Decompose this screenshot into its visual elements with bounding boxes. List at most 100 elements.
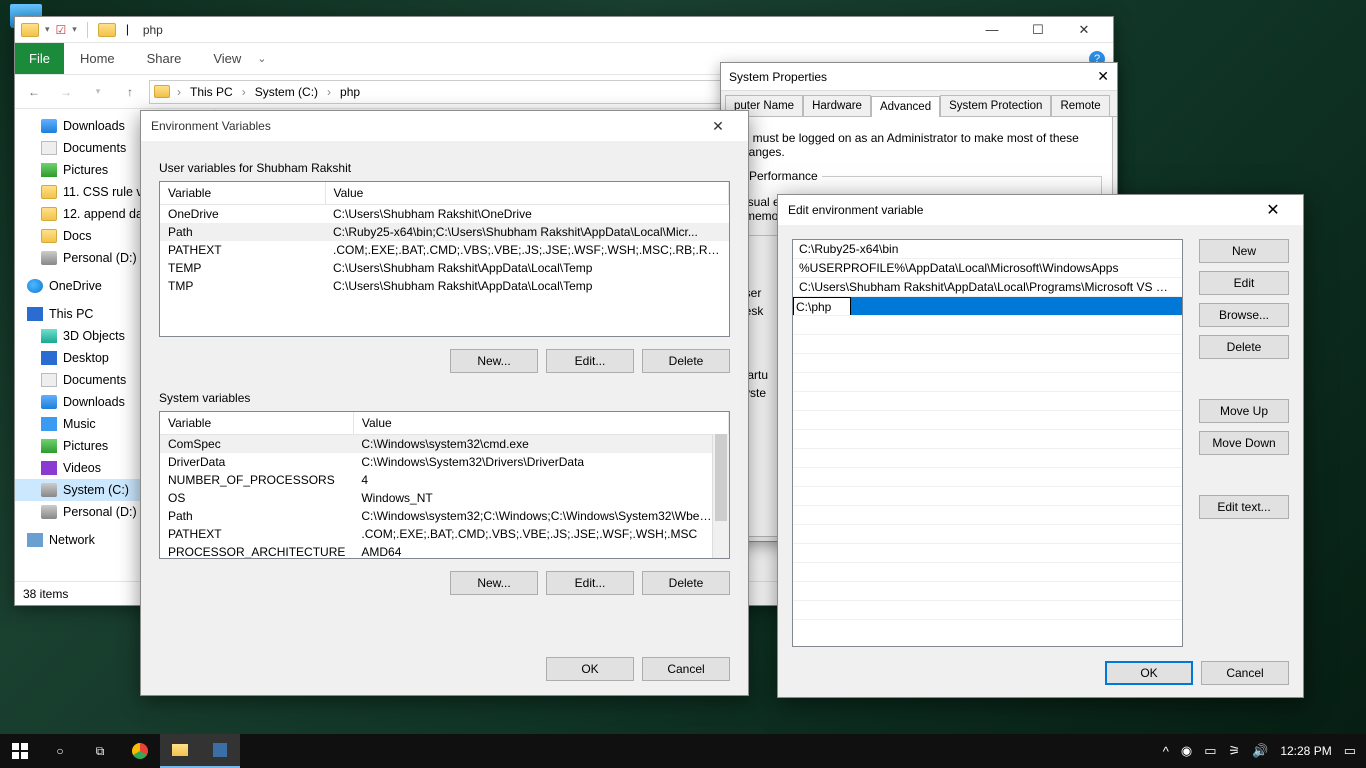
path-entry-empty[interactable] (793, 335, 1182, 354)
cortana-button[interactable]: ○ (40, 734, 80, 768)
tray-wifi-icon[interactable]: ⚞ (1228, 743, 1240, 759)
path-entry-empty[interactable] (793, 506, 1182, 525)
taskbar-chrome[interactable] (120, 734, 160, 768)
minimize-button[interactable]: — (969, 17, 1015, 43)
path-entry-empty[interactable] (793, 468, 1182, 487)
start-button[interactable] (0, 734, 40, 768)
close-button[interactable]: ✕ (1253, 200, 1293, 220)
column-value[interactable]: Value (353, 412, 728, 435)
table-row[interactable]: PROCESSOR_ARCHITECTUREAMD64 (160, 543, 729, 559)
path-entry[interactable]: C:\Ruby25-x64\bin (793, 240, 1182, 259)
column-variable[interactable]: Variable (160, 182, 325, 205)
recent-locations-button[interactable]: ▾ (85, 79, 111, 105)
table-row[interactable]: PathC:\Windows\system32;C:\Windows;C:\Wi… (160, 507, 729, 525)
table-row[interactable]: PATHEXT.COM;.EXE;.BAT;.CMD;.VBS;.VBE;.JS… (160, 525, 729, 543)
user-variables-list[interactable]: VariableValue OneDriveC:\Users\Shubham R… (159, 181, 730, 337)
table-row[interactable]: PathC:\Ruby25-x64\bin;C:\Users\Shubham R… (160, 223, 729, 241)
system-variables-list[interactable]: VariableValue ComSpecC:\Windows\system32… (159, 411, 730, 559)
tab-remote[interactable]: Remote (1051, 95, 1109, 116)
column-value[interactable]: Value (325, 182, 729, 205)
tray-notifications-icon[interactable]: ▭ (1344, 743, 1356, 759)
user-new-button[interactable]: New... (450, 349, 538, 373)
ok-button[interactable]: OK (1105, 661, 1193, 685)
path-entry[interactable]: %USERPROFILE%\AppData\Local\Microsoft\Wi… (793, 259, 1182, 278)
new-button[interactable]: New (1199, 239, 1289, 263)
table-row[interactable]: PATHEXT.COM;.EXE;.BAT;.CMD;.VBS;.VBE;.JS… (160, 241, 729, 259)
delete-button[interactable]: Delete (1199, 335, 1289, 359)
path-entry-empty[interactable] (793, 392, 1182, 411)
qat-down-icon[interactable]: ▾ (45, 24, 50, 35)
path-entry-empty[interactable] (793, 411, 1182, 430)
chevron-right-icon[interactable]: › (174, 85, 184, 99)
tab-view[interactable]: View (197, 43, 257, 74)
tab-system-protection[interactable]: System Protection (940, 95, 1051, 116)
tray-clock[interactable]: 12:28 PM (1280, 744, 1331, 758)
path-entry-empty[interactable] (793, 601, 1182, 620)
browse-button[interactable]: Browse... (1199, 303, 1289, 327)
tab-home[interactable]: Home (64, 43, 131, 74)
move-up-button[interactable]: Move Up (1199, 399, 1289, 423)
path-entry-editing[interactable] (793, 297, 1182, 316)
close-button[interactable]: ✕ (1061, 17, 1107, 43)
ok-button[interactable]: OK (546, 657, 634, 681)
table-row[interactable]: OneDriveC:\Users\Shubham Rakshit\OneDriv… (160, 205, 729, 224)
path-entry-input[interactable] (793, 297, 851, 316)
tab-advanced[interactable]: Advanced (871, 96, 940, 117)
table-row[interactable]: DriverDataC:\Windows\System32\Drivers\Dr… (160, 453, 729, 471)
crumb-system-c[interactable]: System (C:) (251, 85, 322, 99)
cancel-button[interactable]: Cancel (1201, 661, 1289, 685)
sys-edit-button[interactable]: Edit... (546, 571, 634, 595)
path-entries-list[interactable]: C:\Ruby25-x64\bin%USERPROFILE%\AppData\L… (792, 239, 1183, 647)
forward-button[interactable]: → (53, 79, 79, 105)
close-button[interactable]: ✕ (1097, 68, 1109, 85)
table-row[interactable]: NUMBER_OF_PROCESSORS4 (160, 471, 729, 489)
chevron-right-icon[interactable]: › (239, 85, 249, 99)
task-view-button[interactable]: ⧉ (80, 734, 120, 768)
user-edit-button[interactable]: Edit... (546, 349, 634, 373)
path-entry-empty[interactable] (793, 430, 1182, 449)
tray-chevron-up-icon[interactable]: ^ (1163, 744, 1169, 759)
ribbon-collapse-icon[interactable]: ⌄ (257, 52, 266, 65)
path-entry-empty[interactable] (793, 354, 1182, 373)
tray-location-icon[interactable]: ◉ (1181, 743, 1192, 759)
maximize-button[interactable]: ☐ (1015, 17, 1061, 43)
chevron-right-icon[interactable]: › (324, 85, 334, 99)
path-entry-empty[interactable] (793, 544, 1182, 563)
column-variable[interactable]: Variable (160, 412, 353, 435)
tab-hardware[interactable]: Hardware (803, 95, 871, 116)
sys-delete-button[interactable]: Delete (642, 571, 730, 595)
path-entry[interactable]: C:\Users\Shubham Rakshit\AppData\Local\P… (793, 278, 1182, 297)
edit-text-button[interactable]: Edit text... (1199, 495, 1289, 519)
crumb-php[interactable]: php (336, 85, 364, 99)
taskbar-file-explorer[interactable] (160, 734, 200, 768)
up-button[interactable]: ↑ (117, 79, 143, 105)
tray-battery-icon[interactable]: ▭ (1204, 743, 1216, 759)
table-row[interactable]: TMPC:\Users\Shubham Rakshit\AppData\Loca… (160, 277, 729, 295)
table-row[interactable]: TEMPC:\Users\Shubham Rakshit\AppData\Loc… (160, 259, 729, 277)
edit-button[interactable]: Edit (1199, 271, 1289, 295)
qat-dropdown-icon[interactable]: ▾ (72, 24, 77, 35)
path-entry-empty[interactable] (793, 563, 1182, 582)
path-entry-empty[interactable] (793, 373, 1182, 392)
path-entry-empty[interactable] (793, 487, 1182, 506)
tab-share[interactable]: Share (131, 43, 198, 74)
move-down-button[interactable]: Move Down (1199, 431, 1289, 455)
crumb-this-pc[interactable]: This PC (186, 85, 237, 99)
path-entry-empty[interactable] (793, 582, 1182, 601)
checkbox-icon[interactable]: ☑ (56, 23, 67, 37)
user-delete-button[interactable]: Delete (642, 349, 730, 373)
sys-new-button[interactable]: New... (450, 571, 538, 595)
tab-file[interactable]: File (15, 43, 64, 74)
path-entry-empty[interactable] (793, 525, 1182, 544)
table-row[interactable]: OSWindows_NT (160, 489, 729, 507)
taskbar-app[interactable] (200, 734, 240, 768)
path-entry-empty[interactable] (793, 316, 1182, 335)
path-entry-empty[interactable] (793, 449, 1182, 468)
close-button[interactable]: ✕ (698, 118, 738, 135)
scrollbar-thumb[interactable] (715, 434, 727, 521)
tray-volume-icon[interactable]: 🔊 (1252, 743, 1268, 759)
scrollbar[interactable] (712, 434, 729, 558)
back-button[interactable]: ← (21, 79, 47, 105)
cancel-button[interactable]: Cancel (642, 657, 730, 681)
table-row[interactable]: ComSpecC:\Windows\system32\cmd.exe (160, 435, 729, 454)
